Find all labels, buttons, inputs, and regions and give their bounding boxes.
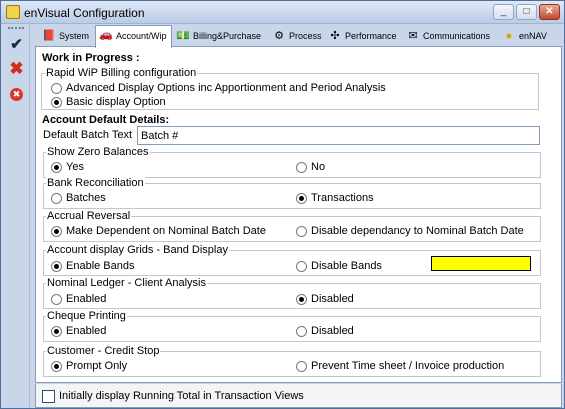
tab-label: Account/Wip	[116, 31, 167, 41]
accrual-reversal-title: Accrual Reversal	[46, 210, 132, 222]
rapid-wip-group: Rapid WiP Billing configuration Advanced…	[41, 67, 539, 110]
globe-icon: ●	[505, 30, 513, 42]
credit-stop-prevent-radio[interactable]: Prevent Time sheet / Invoice production	[296, 360, 504, 373]
zero-balances-yes-radio[interactable]: Yes	[51, 161, 84, 174]
envelope-icon: ✉	[408, 30, 418, 42]
grid-bands-group: Account display Grids - Band Display Ena…	[43, 244, 541, 276]
client-analysis-group: Nominal Ledger - Client Analysis Enabled…	[43, 277, 541, 309]
account-wip-panel: Work in Progress : Rapid WiP Billing con…	[35, 46, 562, 383]
cancel-icon[interactable]: ✖	[10, 88, 23, 101]
bank-rec-transactions-radio[interactable]: Transactions	[296, 192, 374, 205]
money-icon: 💵	[176, 30, 190, 42]
cheque-disabled-radio[interactable]: Disabled	[296, 325, 354, 338]
tab-communications[interactable]: ✉ Communications	[403, 27, 490, 46]
batch-text-input[interactable]	[137, 126, 540, 145]
car-icon: 🚗	[99, 29, 113, 41]
zero-balances-title: Show Zero Balances	[46, 146, 150, 158]
cheque-printing-title: Cheque Printing	[46, 310, 127, 322]
client-analysis-title: Nominal Ledger - Client Analysis	[46, 277, 207, 289]
cheque-enabled-radio[interactable]: Enabled	[51, 325, 106, 338]
footer-bar: Initially display Running Total in Trans…	[35, 384, 562, 408]
credit-stop-title: Customer - Credit Stop	[46, 345, 161, 357]
minimize-button[interactable]: _	[493, 4, 514, 20]
running-total-checkbox[interactable]: Initially display Running Total in Trans…	[42, 390, 304, 403]
credit-stop-group: Customer - Credit Stop Prompt Only Preve…	[43, 345, 541, 377]
grid-bands-title: Account display Grids - Band Display	[46, 244, 229, 256]
zero-balances-group: Show Zero Balances Yes No	[43, 146, 541, 178]
performance-icon: ✣	[330, 30, 340, 42]
cheque-printing-group: Cheque Printing Enabled Disabled	[43, 310, 541, 342]
accrual-disable-radio[interactable]: Disable dependancy to Nominal Batch Date	[296, 225, 524, 238]
batch-text-label: Default Batch Text	[43, 129, 133, 141]
tab-label: Process	[289, 31, 322, 41]
tab-label: Billing&Purchase	[193, 31, 262, 41]
side-toolbar: ✔ ✖ ✖	[2, 25, 30, 408]
maximize-button[interactable]: □	[516, 4, 537, 20]
tab-system[interactable]: 📕 System	[39, 27, 89, 46]
accrual-dependent-radio[interactable]: Make Dependent on Nominal Batch Date	[51, 225, 266, 238]
ok-icon[interactable]: ✔	[6, 35, 27, 55]
tab-label: enNAV	[519, 31, 547, 41]
tab-label: System	[59, 31, 90, 41]
tab-label: Communications	[423, 31, 491, 41]
tab-process[interactable]: ⚙ Process	[269, 27, 322, 46]
close-x-icon[interactable]: ✖	[6, 59, 27, 79]
zero-balances-no-radio[interactable]: No	[296, 161, 325, 174]
tab-account-wip[interactable]: 🚗 Account/Wip	[95, 25, 172, 48]
credit-stop-prompt-radio[interactable]: Prompt Only	[51, 360, 127, 373]
gears-icon: ⚙	[274, 30, 284, 42]
disable-bands-radio[interactable]: Disable Bands	[296, 260, 382, 273]
book-icon: 📕	[42, 30, 56, 42]
tab-performance[interactable]: ✣ Performance	[325, 27, 397, 46]
advanced-display-radio[interactable]: Advanced Display Options inc Apportionme…	[51, 82, 386, 95]
title-bar: enVisual Configuration _ □ ✕	[1, 1, 564, 24]
tab-billing-purchase[interactable]: 💵 Billing&Purchase	[173, 27, 261, 46]
close-button[interactable]: ✕	[539, 4, 560, 20]
tab-strip: 📕 System 🚗 Account/Wip 💵 Billing&Purchas…	[35, 25, 562, 48]
config-window: enVisual Configuration _ □ ✕ ✔ ✖ ✖ 📕 Sys…	[0, 0, 565, 409]
app-icon	[6, 5, 20, 19]
wip-heading: Work in Progress :	[42, 52, 140, 64]
rapid-wip-title: Rapid WiP Billing configuration	[45, 67, 198, 79]
client-analysis-enabled-radio[interactable]: Enabled	[51, 293, 106, 306]
window-title: enVisual Configuration	[24, 6, 145, 20]
toolbar-grip[interactable]	[8, 27, 24, 29]
client-analysis-disabled-radio[interactable]: Disabled	[296, 293, 354, 306]
bank-reconciliation-title: Bank Reconciliation	[46, 177, 145, 189]
bank-rec-batches-radio[interactable]: Batches	[51, 192, 106, 205]
basic-display-radio[interactable]: Basic display Option	[51, 96, 166, 109]
enable-bands-radio[interactable]: Enable Bands	[51, 260, 135, 273]
account-heading: Account Default Details:	[42, 114, 170, 126]
band-color-swatch[interactable]	[431, 256, 531, 271]
tab-ennav[interactable]: ● enNAV	[499, 27, 547, 46]
accrual-reversal-group: Accrual Reversal Make Dependent on Nomin…	[43, 210, 541, 242]
tab-label: Performance	[345, 31, 397, 41]
bank-reconciliation-group: Bank Reconciliation Batches Transactions	[43, 177, 541, 209]
